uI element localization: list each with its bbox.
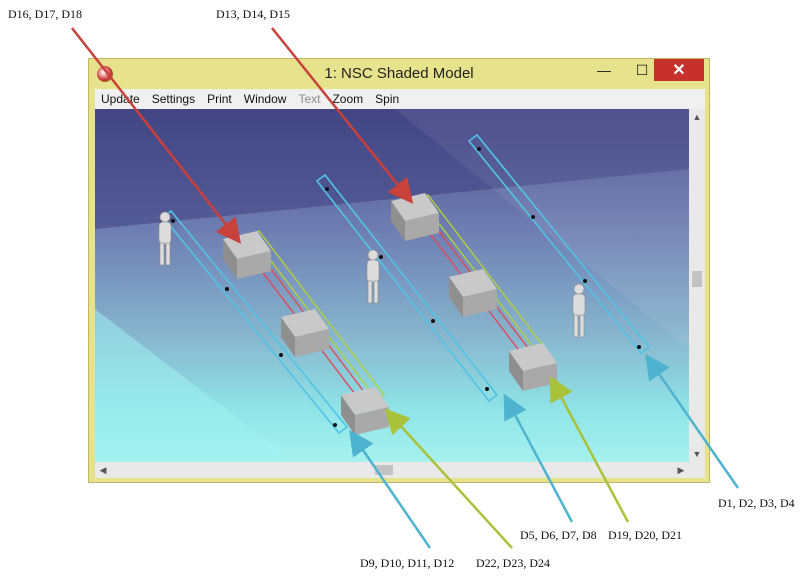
- arrow-d22-d24: [384, 408, 513, 549]
- arrow-d9-d12: [349, 429, 432, 549]
- arrow-d1-d4: [645, 353, 740, 489]
- label-d13-d15: D13, D14, D15: [216, 7, 290, 21]
- arrow-d13-d15: [271, 27, 414, 204]
- arrow-d5-d8: [503, 393, 574, 523]
- label-d16-d18: D16, D17, D18: [8, 7, 82, 21]
- label-d9-d12: D9, D10, D11, D12: [360, 556, 455, 570]
- arrow-d16-d18: [71, 27, 242, 244]
- annotation-arrows: [71, 27, 740, 549]
- label-d1-d4: D1, D2, D3, D4: [718, 496, 795, 510]
- label-d19-d21: D19, D20, D21: [608, 528, 682, 542]
- arrow-d19-d21: [549, 375, 630, 523]
- label-d5-d8: D5, D6, D7, D8: [520, 528, 597, 542]
- label-d22-d24: D22, D23, D24: [476, 556, 550, 570]
